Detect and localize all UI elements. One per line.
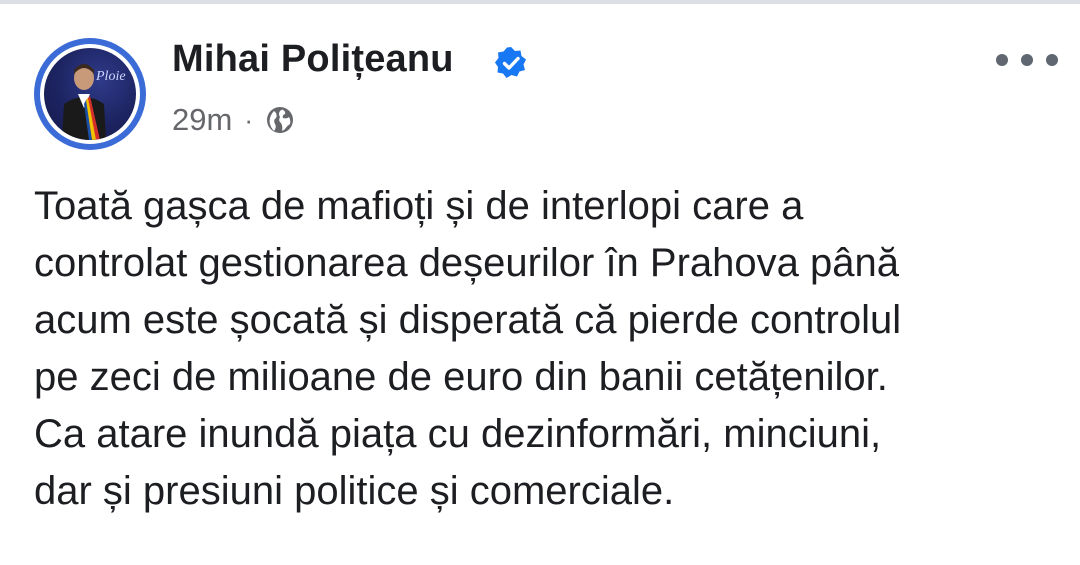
- author-name[interactable]: Mihai Polițeanu: [172, 38, 454, 81]
- more-options-icon: [996, 54, 1008, 66]
- facebook-post: Ploie Mihai Polițeanu 29m · Toată gașca …: [0, 0, 1080, 565]
- avatar-photo: Ploie: [44, 48, 136, 140]
- post-text: Toată gașca de mafioți și de interlopi c…: [34, 184, 902, 513]
- post-meta: 29m ·: [172, 102, 295, 138]
- avatar-badge-text: Ploie: [95, 69, 126, 84]
- verified-badge-icon: [495, 47, 526, 78]
- meta-separator: ·: [244, 104, 253, 135]
- profile-picture-icon: Ploie: [62, 64, 126, 140]
- globe-icon[interactable]: [265, 105, 295, 135]
- timestamp[interactable]: 29m: [172, 102, 232, 138]
- more-options-button[interactable]: [996, 46, 1058, 74]
- avatar[interactable]: Ploie: [34, 38, 146, 150]
